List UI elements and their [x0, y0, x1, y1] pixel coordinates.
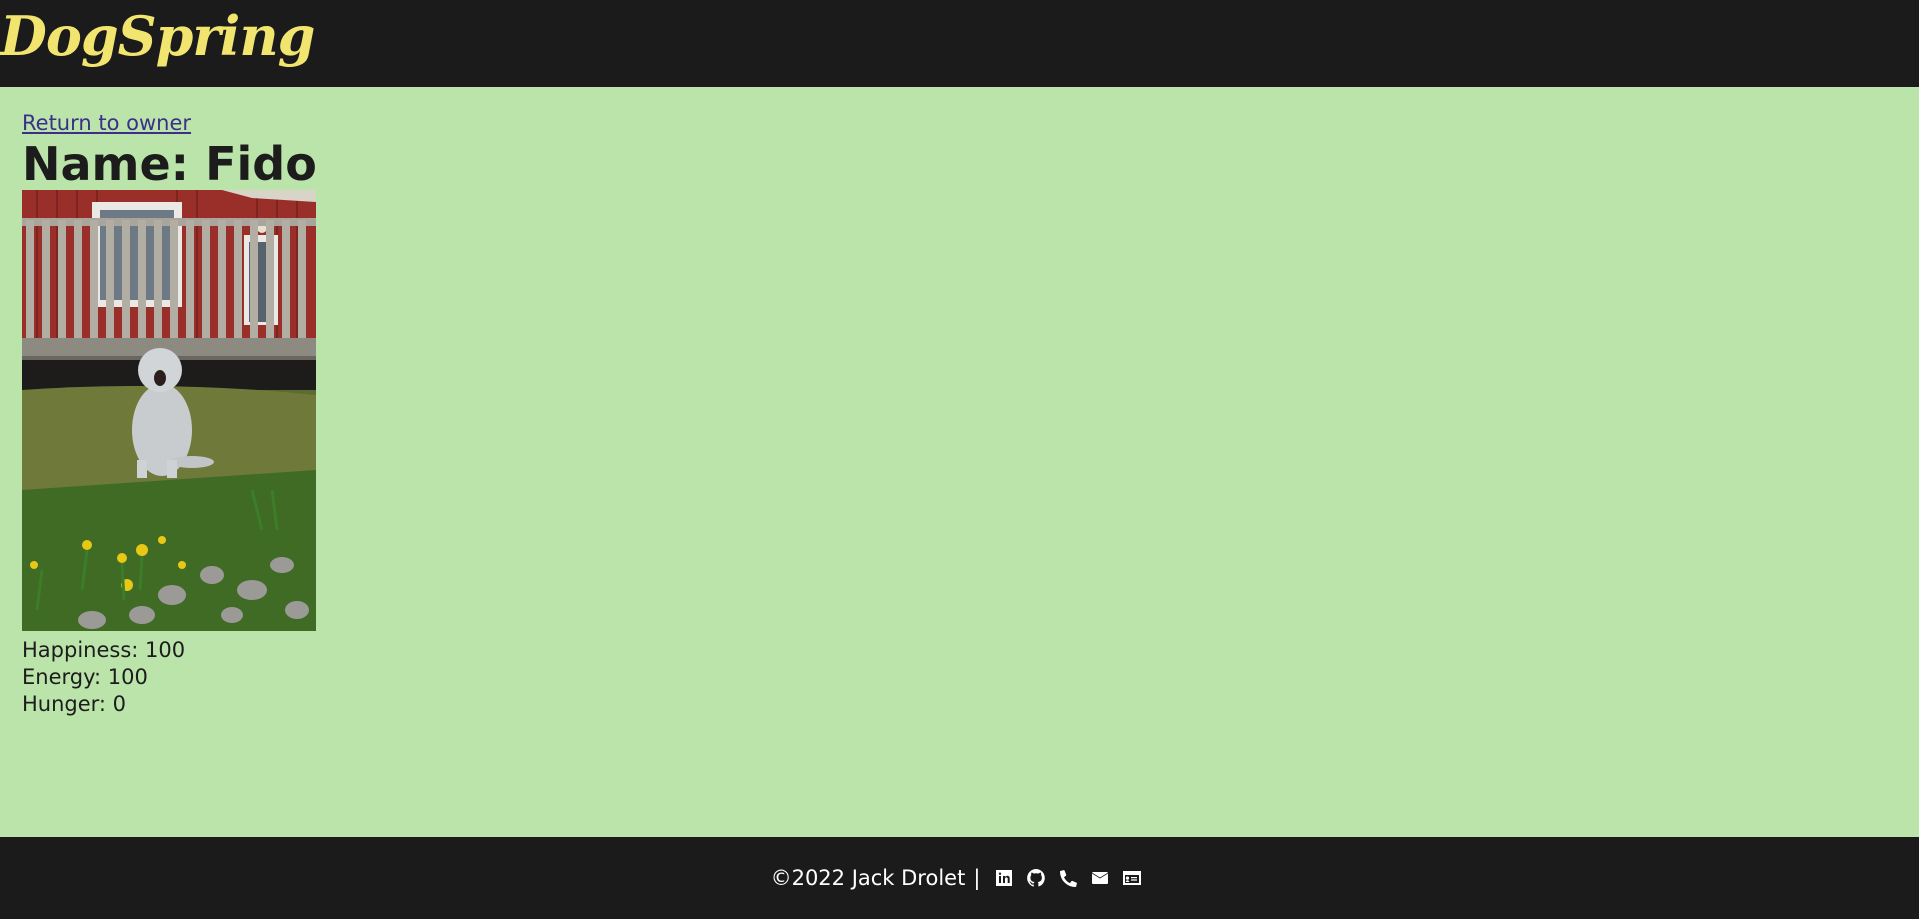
site-header: DogSpring: [0, 0, 1919, 87]
copyright-text: ©2022 Jack Drolet: [770, 866, 966, 890]
dog-name-heading: Name: Fido: [22, 137, 317, 191]
dog-detail: Return to owner Name: Fido Happiness: 10…: [22, 110, 317, 718]
hunger-stat: Hunger: 0: [22, 692, 127, 716]
dog-photo: [22, 190, 316, 631]
linkedin-icon[interactable]: [993, 867, 1015, 889]
dog-stats: Happiness: 100 Energy: 100 Hunger: 0: [22, 637, 317, 718]
phone-icon[interactable]: [1057, 867, 1079, 889]
brand-logo[interactable]: DogSpring: [0, 4, 315, 68]
envelope-icon[interactable]: [1089, 867, 1111, 889]
id-card-icon[interactable]: [1121, 867, 1143, 889]
happiness-stat: Happiness: 100: [22, 638, 186, 662]
energy-stat: Energy: 100: [22, 665, 148, 689]
footer-separator: |: [973, 866, 981, 890]
site-footer: ©2022 Jack Drolet |: [0, 837, 1919, 919]
github-icon[interactable]: [1025, 867, 1047, 889]
return-to-owner-link[interactable]: Return to owner: [22, 110, 317, 136]
